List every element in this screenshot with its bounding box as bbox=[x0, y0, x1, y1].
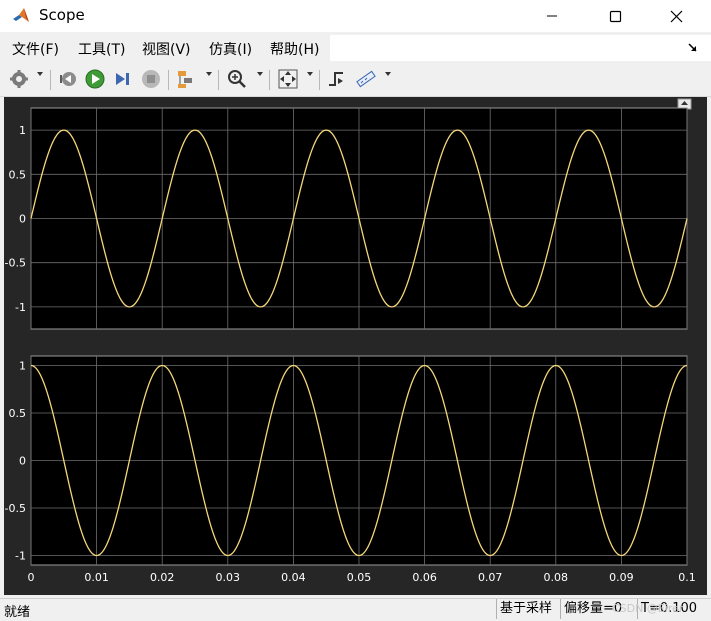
xtick-label: 0.09 bbox=[609, 571, 634, 584]
maximize-button[interactable] bbox=[592, 0, 638, 32]
ytick-label: 0 bbox=[19, 455, 26, 468]
ytick-label: -0.5 bbox=[5, 502, 26, 515]
autoscale-button[interactable] bbox=[277, 68, 299, 90]
ytick-label: 1 bbox=[19, 360, 26, 373]
toolbar bbox=[0, 64, 711, 97]
measurements-dropdown-arrow[interactable] bbox=[385, 72, 391, 76]
autoscale-dropdown-arrow[interactable] bbox=[307, 72, 313, 76]
xtick-label: 0.03 bbox=[216, 571, 241, 584]
signal-selector-icon bbox=[178, 71, 192, 88]
measurements-button[interactable] bbox=[355, 68, 377, 90]
toolbar-separator bbox=[319, 70, 320, 90]
triggers-button[interactable] bbox=[326, 68, 348, 90]
step-forward-icon bbox=[116, 73, 129, 85]
xtick-label: 0.06 bbox=[412, 571, 437, 584]
dock-arrow-icon[interactable] bbox=[688, 43, 698, 53]
toolbar-separator bbox=[168, 70, 169, 90]
menu-simulation[interactable]: 仿真(I) bbox=[209, 39, 252, 59]
status-ready: 就绪 bbox=[4, 605, 31, 620]
menu-view[interactable]: 视图(V) bbox=[142, 39, 191, 59]
triggers-icon bbox=[329, 72, 343, 86]
measurements-icon bbox=[356, 70, 376, 88]
ytick-label: 0.5 bbox=[9, 168, 27, 181]
xtick-label: 0.04 bbox=[281, 571, 306, 584]
ytick-label: 1 bbox=[19, 124, 26, 137]
zoom-dropdown-arrow[interactable] bbox=[257, 72, 263, 76]
step-back-icon bbox=[60, 72, 76, 86]
close-icon bbox=[670, 10, 682, 22]
maximize-icon bbox=[609, 10, 621, 22]
minimize-icon bbox=[547, 15, 557, 17]
xtick-label: 0 bbox=[28, 571, 35, 584]
settings-dropdown-arrow[interactable] bbox=[37, 72, 43, 76]
xtick-label: 0.05 bbox=[347, 571, 372, 584]
xtick-label: 0.08 bbox=[544, 571, 569, 584]
step-back-button[interactable] bbox=[57, 68, 79, 90]
xtick-label: 0.02 bbox=[150, 571, 175, 584]
stop-button[interactable] bbox=[140, 68, 162, 90]
menu-bar-spacer bbox=[330, 35, 711, 61]
run-button[interactable] bbox=[84, 68, 106, 90]
xtick-label: 0.01 bbox=[84, 571, 109, 584]
autoscale-icon bbox=[278, 69, 298, 89]
ytick-label: -1 bbox=[15, 301, 26, 314]
status-bar: 就绪 基于采样 偏移量=0 T=0.100 bbox=[0, 598, 711, 621]
ytick-label: 0.5 bbox=[9, 407, 27, 420]
minimize-button[interactable] bbox=[529, 0, 575, 32]
settings-button[interactable] bbox=[8, 68, 30, 90]
matlab-logo-icon bbox=[13, 8, 29, 22]
plot-area: 1 0.5 0 -0.5 -1 1 0.5 0 -0.5 -1 0 0.01 0.02 0.03 0.04 0… bbox=[4, 97, 707, 595]
signal-selector-button[interactable] bbox=[175, 68, 197, 90]
ytick-label: -1 bbox=[15, 550, 26, 563]
close-button[interactable] bbox=[653, 0, 699, 32]
ytick-label: 0 bbox=[19, 213, 26, 226]
menu-tools[interactable]: 工具(T) bbox=[78, 39, 125, 59]
menu-file[interactable]: 文件(F) bbox=[12, 39, 59, 59]
title-bar: Scope bbox=[0, 0, 711, 32]
settings-icon bbox=[10, 70, 28, 88]
scope-plots: 10.50-0.5-110.50-0.5-10 0.01 0.02 0.03 0.04 0… bbox=[5, 98, 696, 584]
step-forward-button[interactable] bbox=[112, 68, 134, 90]
xtick-label: 0.1 bbox=[678, 571, 696, 584]
stop-icon bbox=[142, 70, 160, 88]
toolbar-separator bbox=[218, 70, 219, 90]
watermark-text: CSDN @Eirer bbox=[612, 602, 684, 615]
toolbar-separator bbox=[50, 70, 51, 90]
zoom-icon bbox=[228, 70, 246, 88]
scope-window: Scope 文件(F) 工具(T) 视图(V) 仿真(I) 帮助(H) 1 0.… bbox=[0, 0, 711, 621]
status-sample-mode: 基于采样 bbox=[496, 599, 552, 619]
xtick-label: 0.07 bbox=[478, 571, 503, 584]
run-icon bbox=[85, 69, 105, 89]
toolbar-separator bbox=[269, 70, 270, 90]
signal-selector-dropdown-arrow[interactable] bbox=[206, 72, 212, 76]
window-title: Scope bbox=[39, 6, 85, 24]
menu-help[interactable]: 帮助(H) bbox=[270, 39, 319, 59]
zoom-button[interactable] bbox=[226, 68, 248, 90]
ytick-label: -0.5 bbox=[5, 257, 26, 270]
